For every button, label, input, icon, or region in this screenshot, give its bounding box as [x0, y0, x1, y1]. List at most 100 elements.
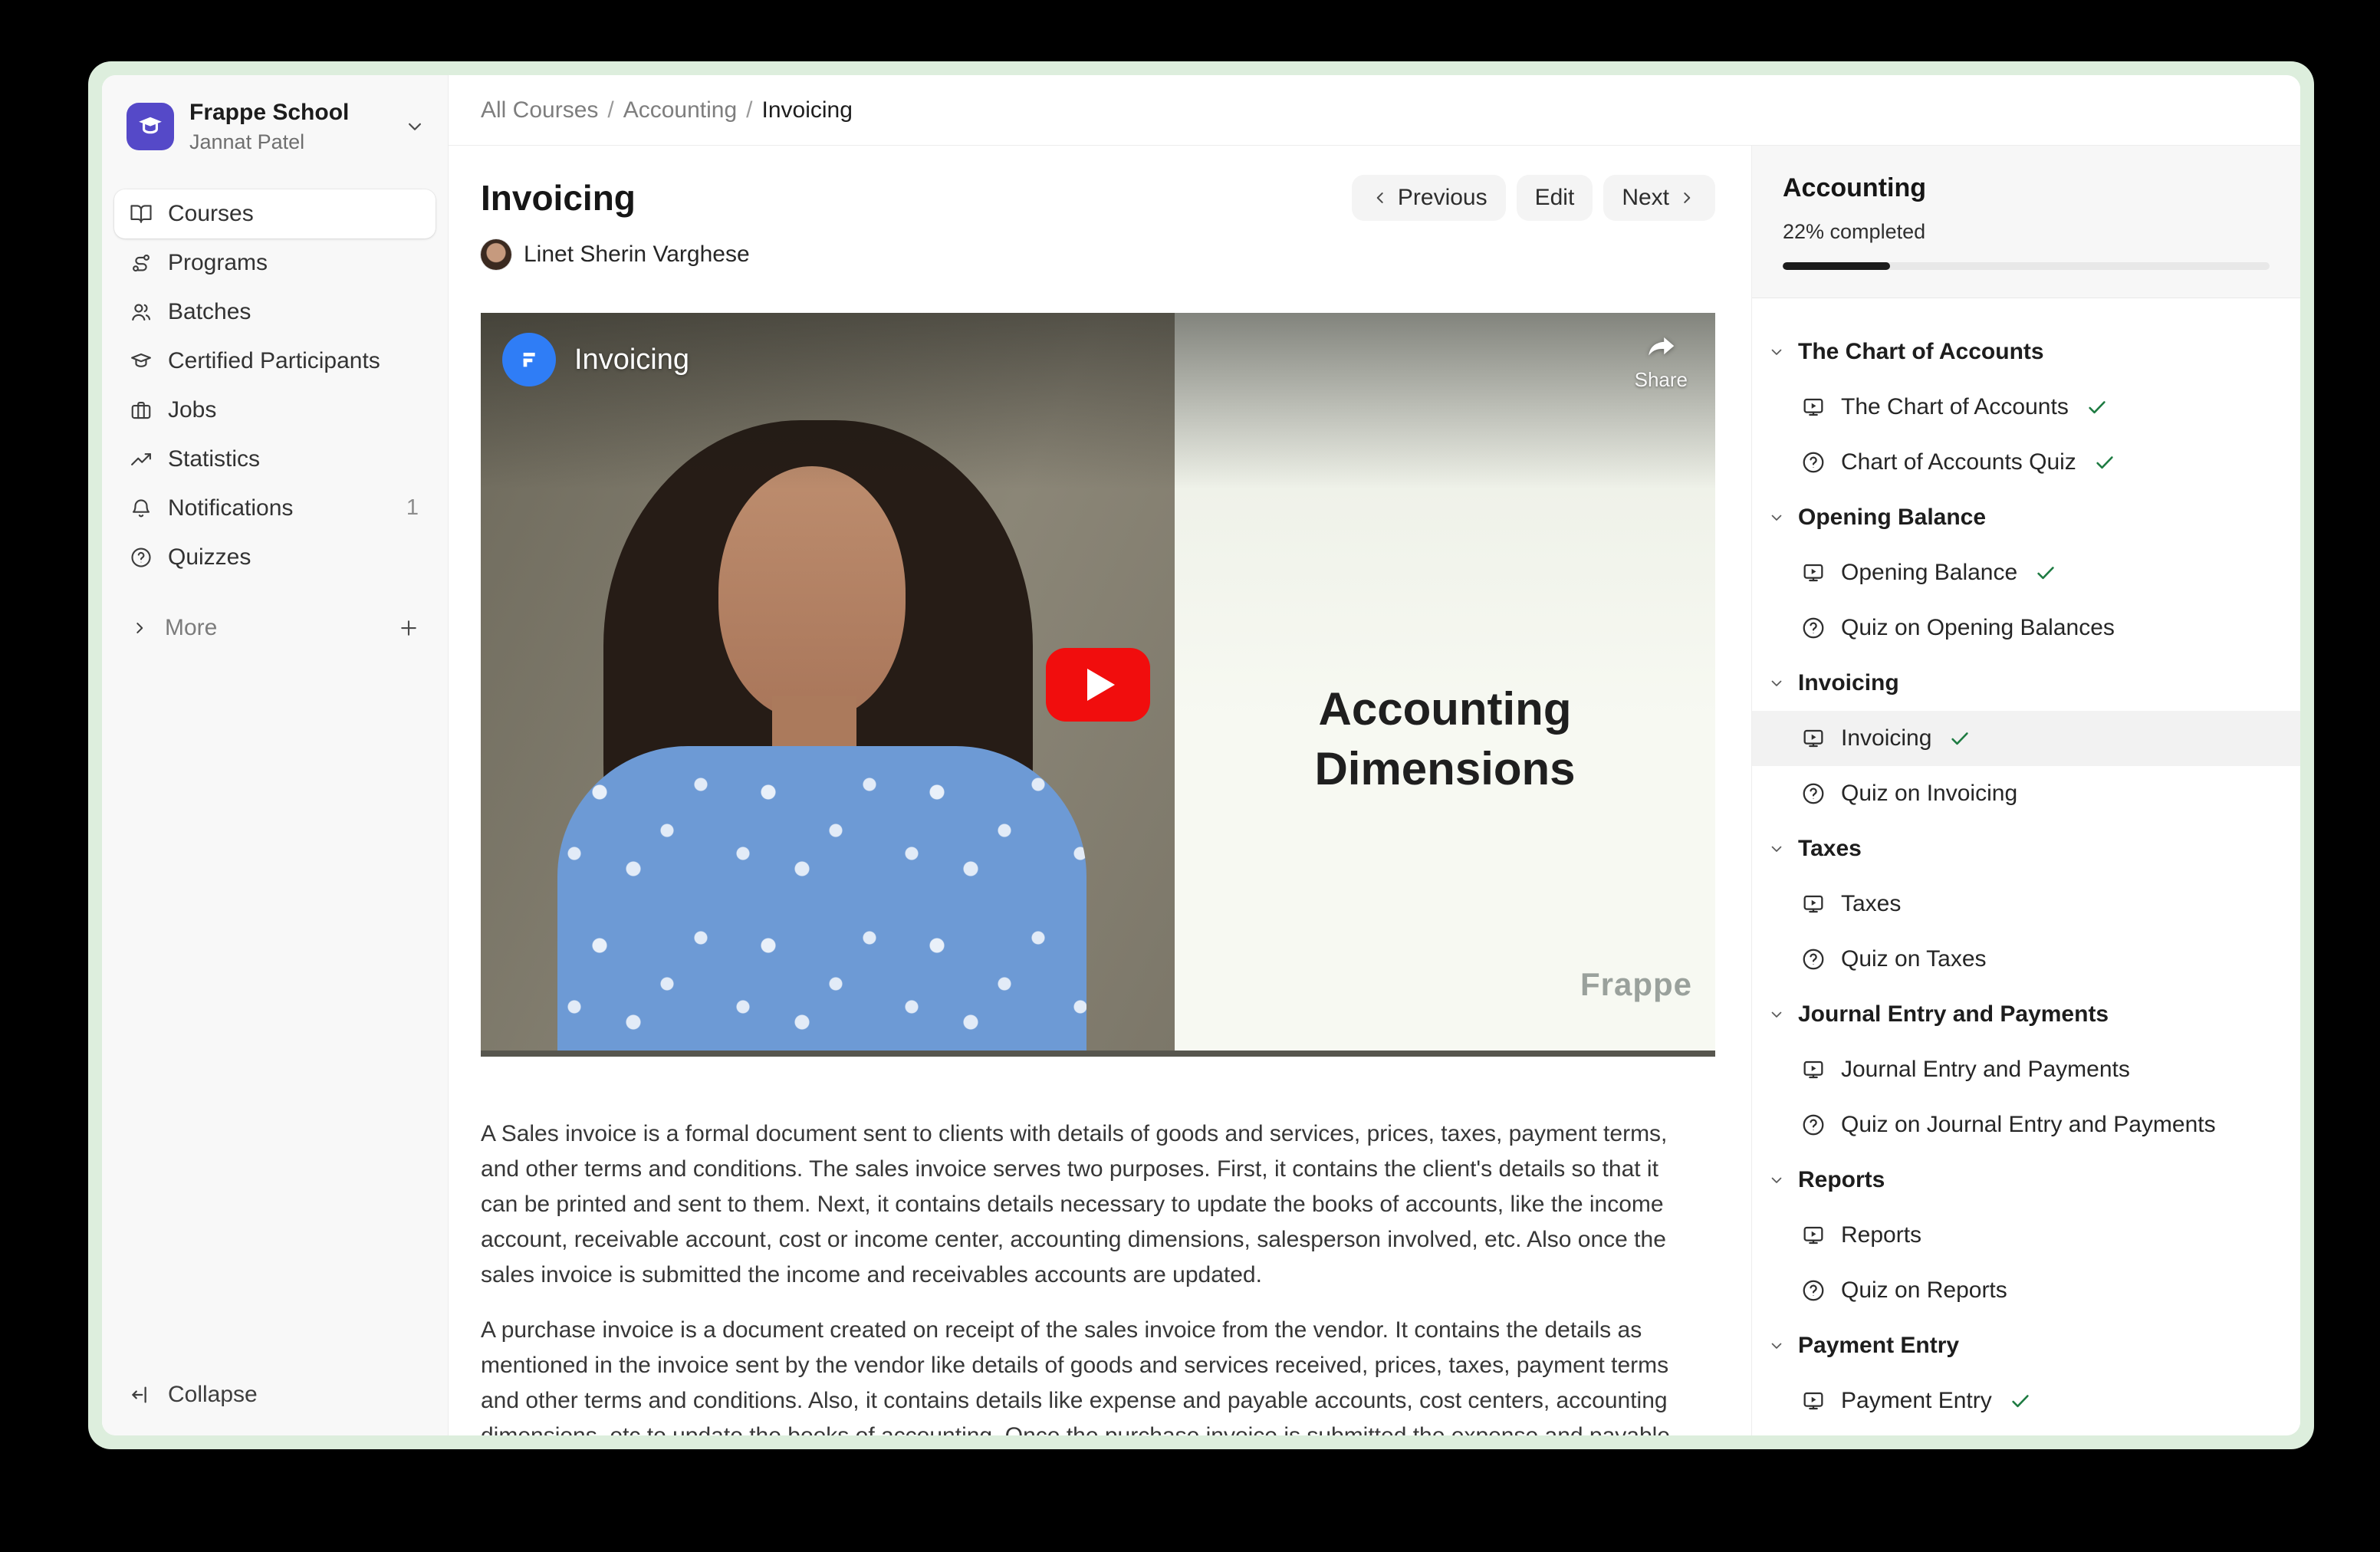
frappe-school-logo: [127, 103, 174, 150]
outline-item-label: Payment Entry: [1841, 1388, 1992, 1414]
outline-item-reports[interactable]: Reports: [1752, 1208, 2300, 1263]
sidebar-item-programs[interactable]: Programs: [114, 238, 436, 288]
outline-section-invoicing[interactable]: Invoicing: [1752, 656, 2300, 711]
outline-item-taxes[interactable]: Taxes: [1752, 876, 2300, 932]
sidebar-item-statistics[interactable]: Statistics: [114, 435, 436, 484]
youtube-play-button[interactable]: [1046, 648, 1150, 722]
workspace-user: Jannat Patel: [189, 130, 388, 154]
outline-item-label: Reports: [1841, 1222, 1921, 1248]
sidebar-item-label: Programs: [168, 250, 268, 276]
frappe-school-app: Frappe School Jannat Patel Courses Progr…: [102, 75, 2300, 1435]
quiz-icon: [1801, 947, 1826, 972]
sidebar-item-certified-participants[interactable]: Certified Participants: [114, 337, 436, 386]
video-player[interactable]: Accounting Dimensions: [481, 313, 1715, 1057]
chevron-down-icon: [1767, 840, 1786, 858]
outline-section-payment-entry[interactable]: Payment Entry: [1752, 1318, 2300, 1373]
workflow-icon: [130, 252, 153, 275]
share-icon: [1643, 330, 1678, 365]
previous-button[interactable]: Previous: [1352, 175, 1506, 221]
outline-item-payment-entry[interactable]: Payment Entry: [1752, 1373, 2300, 1429]
sidebar-item-jobs[interactable]: Jobs: [114, 386, 436, 435]
course-progress-bar: [1783, 262, 2270, 270]
quiz-icon: [1801, 1113, 1826, 1137]
outline-section-taxes[interactable]: Taxes: [1752, 821, 2300, 876]
outline-section-journal-entry-and-payments[interactable]: Journal Entry and Payments: [1752, 987, 2300, 1042]
video-title[interactable]: Invoicing: [574, 344, 689, 376]
chevron-down-icon: [1767, 1005, 1786, 1024]
sidebar-item-notifications[interactable]: Notifications 1: [114, 484, 436, 533]
outline-section-title: Opening Balance: [1798, 505, 1986, 531]
frappe-watermark: Frappe: [1580, 966, 1692, 1003]
sidebar-item-courses[interactable]: Courses: [114, 189, 436, 238]
outline-item-quiz-on-journal-entry-and-payments[interactable]: Quiz on Journal Entry and Payments: [1752, 1097, 2300, 1152]
next-button[interactable]: Next: [1603, 175, 1715, 221]
outline-section-title: Journal Entry and Payments: [1798, 1001, 2109, 1028]
course-outline-panel: Accounting 22% completed The Chart of Ac…: [1751, 146, 2300, 1435]
breadcrumb-separator: /: [737, 97, 761, 123]
video-lesson-icon: [1801, 726, 1826, 751]
chevron-down-icon: [1767, 343, 1786, 361]
outline-item-chart-of-accounts-quiz[interactable]: Chart of Accounts Quiz: [1752, 435, 2300, 490]
more-label: More: [165, 615, 217, 641]
outline-item-journal-entry-and-payments[interactable]: Journal Entry and Payments: [1752, 1042, 2300, 1097]
users-icon: [130, 301, 153, 324]
plus-icon[interactable]: [397, 617, 420, 640]
sidebar: Frappe School Jannat Patel Courses Progr…: [102, 75, 449, 1435]
completed-check-icon: [2034, 561, 2057, 584]
outline-item-quiz-on-reports[interactable]: Quiz on Reports: [1752, 1263, 2300, 1318]
sidebar-item-label: Courses: [168, 201, 254, 227]
share-button[interactable]: Share: [1635, 330, 1688, 392]
workspace-switcher[interactable]: Frappe School Jannat Patel: [102, 75, 448, 173]
bell-icon: [130, 497, 153, 520]
video-lesson-icon: [1801, 1057, 1826, 1082]
sidebar-item-quizzes[interactable]: Quizzes: [114, 533, 436, 582]
frappe-video-logo[interactable]: [502, 333, 556, 386]
chevron-down-icon: [1767, 674, 1786, 692]
edit-button[interactable]: Edit: [1517, 175, 1593, 221]
quiz-icon: [1801, 781, 1826, 806]
lesson-body-text: A Sales invoice is a formal document sen…: [481, 1116, 1683, 1435]
video-progress-bar[interactable]: [481, 1051, 1715, 1057]
breadcrumb-accounting[interactable]: Accounting: [623, 97, 737, 123]
lesson-title-row: Invoicing Previous Edit Next: [481, 175, 1715, 221]
sidebar-item-more[interactable]: More: [114, 603, 436, 653]
video-lesson-icon: [1801, 892, 1826, 916]
lesson-author: Linet Sherin Varghese: [481, 239, 1715, 270]
outline-item-label: Quiz on Opening Balances: [1841, 615, 2115, 641]
sidebar-item-label: Notifications: [168, 495, 293, 521]
video-title-overlay: Invoicing: [502, 333, 689, 386]
outline-item-label: Quiz on Taxes: [1841, 946, 1987, 972]
course-progress-label: 22% completed: [1783, 220, 2270, 244]
chevron-down-icon[interactable]: [403, 115, 426, 138]
workspace-info: Frappe School Jannat Patel: [189, 100, 388, 154]
outline-item-label: Quiz on Reports: [1841, 1277, 2007, 1304]
outline-item-opening-balance[interactable]: Opening Balance: [1752, 545, 2300, 600]
outline-section-the-chart-of-accounts[interactable]: The Chart of Accounts: [1752, 324, 2300, 380]
sidebar-item-batches[interactable]: Batches: [114, 288, 436, 337]
sidebar-item-label: Certified Participants: [168, 348, 380, 374]
sidebar-item-label: Batches: [168, 299, 251, 325]
breadcrumb-current: Invoicing: [762, 97, 853, 123]
paragraph-sales-invoice: A Sales invoice is a formal document sen…: [481, 1116, 1683, 1293]
course-progress-fill: [1783, 262, 1890, 270]
outline-item-the-chart-of-accounts[interactable]: The Chart of Accounts: [1752, 380, 2300, 435]
collapse-sidebar-button[interactable]: Collapse: [102, 1382, 448, 1435]
outline-item-quiz-on-taxes[interactable]: Quiz on Taxes: [1752, 932, 2300, 987]
breadcrumb-all-courses[interactable]: All Courses: [481, 97, 598, 123]
outline-section-reports[interactable]: Reports: [1752, 1152, 2300, 1208]
quiz-icon: [1801, 616, 1826, 640]
outline-item-quiz-on-opening-balances[interactable]: Quiz on Opening Balances: [1752, 600, 2300, 656]
sidebar-item-label: Quizzes: [168, 544, 251, 570]
outline-item-invoicing[interactable]: Invoicing: [1752, 711, 2300, 766]
trending-up-icon: [130, 448, 153, 471]
paragraph-purchase-invoice: A purchase invoice is a document created…: [481, 1313, 1683, 1435]
breadcrumb: All Courses / Accounting / Invoicing: [449, 75, 2300, 146]
body-row: Invoicing Previous Edit Next: [449, 146, 2300, 1435]
lesson-nav-buttons: Previous Edit Next: [1352, 175, 1715, 221]
video-lesson-icon: [1801, 1389, 1826, 1413]
briefcase-icon: [130, 399, 153, 422]
outline-item-quiz-on-invoicing[interactable]: Quiz on Invoicing: [1752, 766, 2300, 821]
chevron-left-icon: [1370, 188, 1390, 208]
outline-section-opening-balance[interactable]: Opening Balance: [1752, 490, 2300, 545]
outline-item-label: Invoicing: [1841, 725, 1931, 751]
